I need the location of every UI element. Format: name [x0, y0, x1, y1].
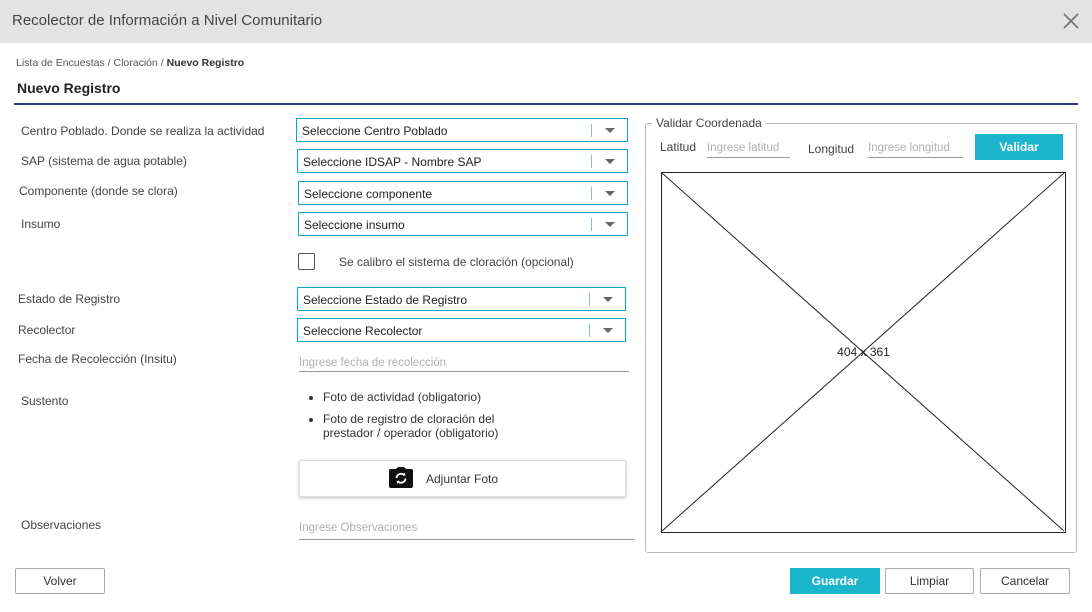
latitud-label: Latitud — [660, 140, 697, 154]
fecha-input[interactable] — [299, 354, 629, 372]
limpiar-button[interactable]: Limpiar — [885, 568, 974, 594]
calibro-label: Se calibro el sistema de cloración (opci… — [339, 255, 574, 269]
select-separator — [591, 155, 592, 168]
window-title: Recolector de Información a Nivel Comuni… — [12, 12, 323, 29]
latitud-input[interactable] — [707, 139, 790, 158]
estado-select[interactable]: Seleccione Estado de Registro — [297, 287, 626, 311]
select-separator — [591, 124, 592, 137]
select-separator — [589, 324, 590, 337]
sustento-item: Foto de actividad (obligatorio) — [323, 390, 508, 404]
select-separator — [589, 293, 590, 306]
insumo-value: Seleccione insumo — [304, 218, 405, 232]
adjuntar-foto-label: Adjuntar Foto — [426, 472, 499, 486]
componente-value: Seleccione componente — [304, 187, 433, 201]
estado-value: Seleccione Estado de Registro — [303, 293, 468, 307]
longitud-label: Longitud — [808, 142, 855, 156]
centro-poblado-select[interactable]: Seleccione Centro Poblado — [296, 118, 628, 142]
calibro-checkbox[interactable] — [298, 253, 315, 270]
map-placeholder-size: 404 x 361 — [837, 345, 890, 359]
volver-button[interactable]: Volver — [15, 568, 105, 594]
breadcrumb-current: Nuevo Registro — [166, 57, 245, 69]
page-title: Nuevo Registro — [17, 80, 121, 96]
title-divider — [14, 103, 1078, 105]
close-icon[interactable] — [1060, 10, 1082, 32]
chevron-down-icon — [603, 297, 613, 302]
recolector-value: Seleccione Recolector — [303, 324, 423, 338]
coordinate-panel-title: Validar Coordenada — [652, 116, 766, 130]
componente-select[interactable]: Seleccione componente — [298, 181, 628, 205]
observaciones-input[interactable] — [299, 517, 635, 540]
select-separator — [591, 187, 592, 200]
recolector-select[interactable]: Seleccione Recolector — [297, 318, 626, 342]
cancelar-button[interactable]: Cancelar — [980, 568, 1070, 594]
breadcrumb-separator: / — [157, 57, 167, 69]
map-placeholder: 404 x 361 — [661, 172, 1066, 533]
estado-label: Estado de Registro — [18, 292, 121, 306]
longitud-input[interactable] — [868, 139, 963, 158]
insumo-select[interactable]: Seleccione insumo — [298, 212, 628, 236]
sap-select[interactable]: Seleccione IDSAP - Nombre SAP — [297, 149, 628, 173]
sap-value: Seleccione IDSAP - Nombre SAP — [303, 155, 482, 169]
sustento-list: Foto de actividad (obligatorio) Foto de … — [308, 390, 508, 448]
breadcrumb: Lista de Encuestas / Cloración / Nuevo R… — [16, 57, 244, 69]
chevron-down-icon — [605, 222, 615, 227]
observaciones-label: Observaciones — [21, 518, 102, 532]
breadcrumb-item-cloracion[interactable]: Cloración — [114, 57, 158, 69]
sustento-label: Sustento — [21, 394, 69, 408]
camera-icon — [389, 467, 413, 488]
select-separator — [591, 218, 592, 231]
chevron-down-icon — [605, 159, 615, 164]
guardar-button[interactable]: Guardar — [790, 568, 880, 594]
chevron-down-icon — [603, 328, 613, 333]
chevron-down-icon — [605, 191, 615, 196]
chevron-down-icon — [605, 128, 615, 133]
sap-label: SAP (sistema de agua potable) — [21, 154, 187, 168]
fecha-label: Fecha de Recolección (Insitu) — [18, 352, 177, 366]
breadcrumb-separator: / — [104, 57, 114, 69]
centro-poblado-value: Seleccione Centro Poblado — [302, 124, 448, 138]
validar-button[interactable]: Validar — [975, 134, 1063, 160]
componente-label: Componente (donde se clora) — [19, 184, 178, 198]
centro-poblado-label: Centro Poblado. Donde se realiza la acti… — [21, 124, 265, 138]
insumo-label: Insumo — [21, 217, 61, 231]
adjuntar-foto-button[interactable]: Adjuntar Foto — [299, 460, 626, 497]
recolector-label: Recolector — [18, 323, 76, 337]
title-bar: Recolector de Información a Nivel Comuni… — [0, 0, 1092, 43]
sustento-item: Foto de registro de cloración del presta… — [323, 412, 508, 440]
breadcrumb-item-encuestas[interactable]: Lista de Encuestas — [16, 57, 105, 69]
